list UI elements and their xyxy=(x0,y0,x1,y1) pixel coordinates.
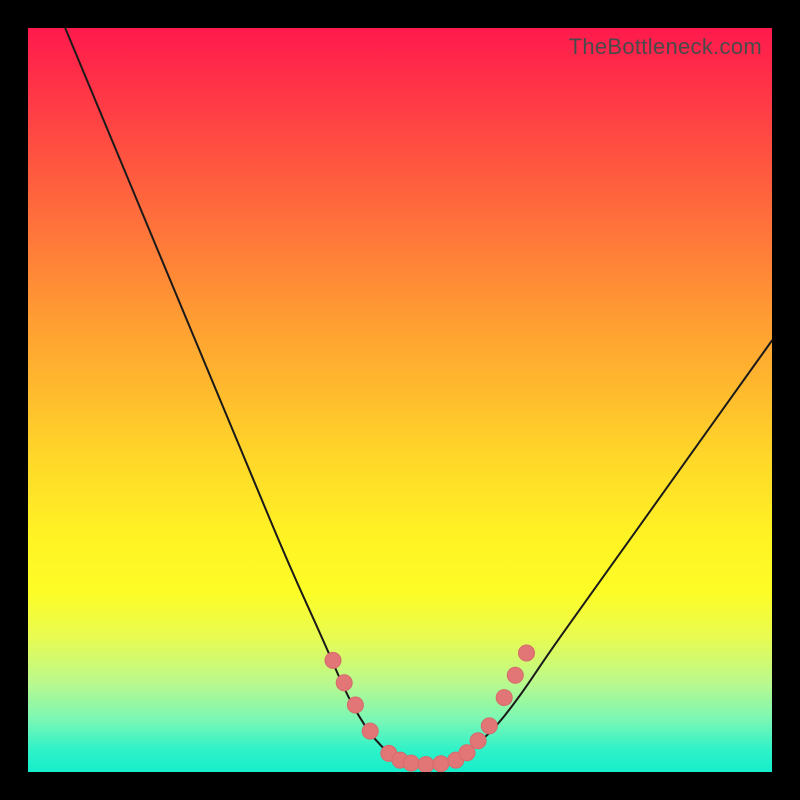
highlight-marker xyxy=(347,697,363,713)
chart-frame: TheBottleneck.com xyxy=(0,0,800,800)
chart-plot-area: TheBottleneck.com xyxy=(28,28,772,772)
bottleneck-curve-line xyxy=(65,28,772,765)
highlight-marker xyxy=(336,675,352,691)
highlight-marker xyxy=(433,756,449,772)
highlight-marker xyxy=(403,755,419,771)
highlight-marker xyxy=(496,690,512,706)
highlight-marker xyxy=(519,645,535,661)
highlight-marker xyxy=(507,667,523,683)
highlight-marker xyxy=(470,733,486,749)
highlight-marker xyxy=(362,723,378,739)
highlight-marker xyxy=(418,757,434,772)
highlight-markers xyxy=(325,645,535,772)
chart-svg xyxy=(28,28,772,772)
highlight-marker xyxy=(325,652,341,668)
highlight-marker xyxy=(481,718,497,734)
